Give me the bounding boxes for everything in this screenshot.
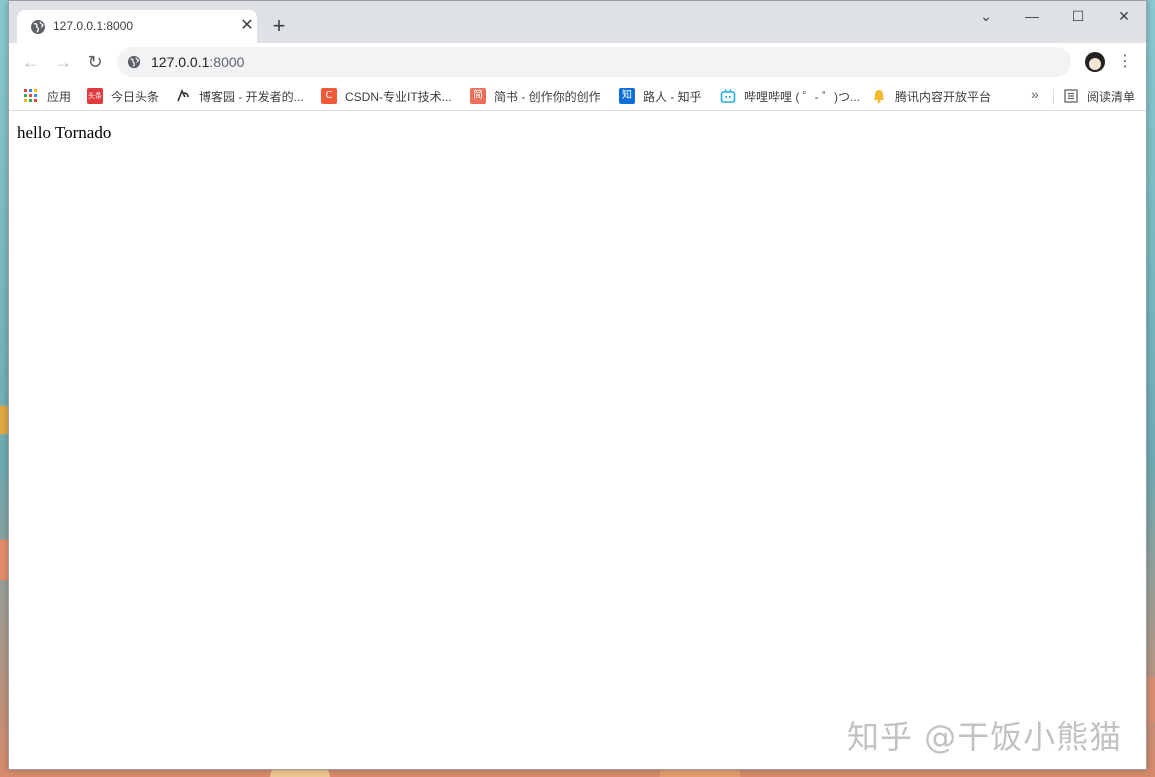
jianshu-icon: 简 [470,88,486,104]
apps-grid-icon [24,89,37,102]
zhihu-icon: 知 [619,88,635,104]
tab-search-button[interactable]: ⌄ [966,5,1006,27]
menu-button[interactable]: ⋮ [1117,50,1133,74]
toolbar: ← → ↻ 127.0.0.1:8000 ⋮ [9,43,1146,81]
back-button[interactable]: ← [19,50,43,74]
browser-window: 127.0.0.1:8000 ✕ + ⌄ — ☐ ✕ ← → ↻ 127.0.0… [8,0,1147,770]
cnblogs-icon [177,89,189,102]
toutiao-icon: 头条 [87,88,103,104]
page-content: hello Tornado 知乎 @干饭小熊猫 [9,112,1146,769]
tab-title: 127.0.0.1:8000 [53,19,134,33]
bookmarks-bar: 应用 头条 今日头条 博客园 - 开发者的... C CSDN-专业IT技术..… [9,81,1146,111]
reload-button[interactable]: ↻ [83,50,107,74]
reading-list-icon [1064,89,1078,103]
bookmark-label: 简书 - 创作你的创作 [494,89,601,104]
bookmark-label: 今日头条 [111,89,160,104]
bookmark-csdn[interactable]: C CSDN-专业IT技术... [321,86,452,106]
tab-strip: 127.0.0.1:8000 ✕ + ⌄ — ☐ ✕ [9,1,1146,43]
bilibili-icon [720,89,736,103]
bookmarks-more-button[interactable]: » [1031,86,1039,102]
close-window-button[interactable]: ✕ [1104,5,1144,27]
new-tab-button[interactable]: + [268,15,290,37]
bookmark-label: 路人 - 知乎 [643,89,702,104]
bookmark-apps[interactable]: 应用 [23,86,71,106]
page-body-text: hello Tornado [17,123,112,142]
reading-list-button[interactable]: 阅读清单 [1063,86,1135,106]
globe-icon [31,20,45,34]
bookmark-zhihu[interactable]: 知 路人 - 知乎 [619,86,702,106]
tab-close-icon[interactable]: ✕ [239,18,255,34]
globe-icon [127,55,141,69]
bookmark-jianshu[interactable]: 简 简书 - 创作你的创作 [470,86,601,106]
profile-avatar[interactable] [1085,52,1105,72]
address-bar[interactable]: 127.0.0.1:8000 [117,47,1071,77]
bookmark-label: 应用 [47,89,72,104]
tab-active[interactable]: 127.0.0.1:8000 ✕ [17,10,257,43]
url-port: :8000 [209,54,245,70]
reading-list-label: 阅读清单 [1087,89,1136,104]
csdn-icon: C [321,88,337,104]
watermark-text: 知乎 @干饭小熊猫 [847,718,1123,756]
forward-button[interactable]: → [51,50,75,74]
minimize-button[interactable]: — [1012,5,1052,27]
bookmarks-divider [1053,89,1054,105]
bookmark-toutiao[interactable]: 头条 今日头条 [87,86,159,106]
bookmark-label: 腾讯内容开放平台 [895,89,992,104]
bookmark-bilibili[interactable]: 哔哩哔哩 ( ゜- ゜)つ... [720,86,860,106]
bookmark-label: 博客园 - 开发者的... [199,89,304,104]
bookmark-tencent[interactable]: 腾讯内容开放平台 [871,86,991,106]
maximize-button[interactable]: ☐ [1058,5,1098,27]
url-host: 127.0.0.1 [151,54,210,70]
bookmark-label: 哔哩哔哩 ( ゜- ゜)つ... [744,89,860,104]
url-text[interactable]: 127.0.0.1:8000 [151,54,244,70]
bookmark-cnblogs[interactable]: 博客园 - 开发者的... [175,86,304,106]
bell-icon [874,90,884,103]
bookmark-label: CSDN-专业IT技术... [345,89,452,104]
